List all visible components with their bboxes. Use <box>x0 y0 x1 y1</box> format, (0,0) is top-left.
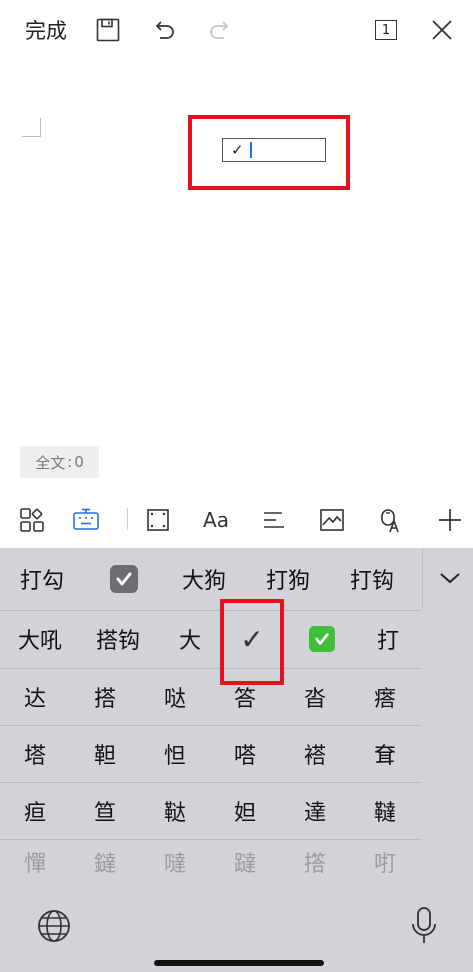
candidate-item[interactable]: 憚 <box>7 839 63 885</box>
text-caret <box>249 142 252 158</box>
collapse-candidates-button[interactable] <box>434 562 466 594</box>
candidate-row: 疸 笪 鞑 妲 達 韃 <box>0 782 422 840</box>
switch-language-button[interactable] <box>34 906 74 946</box>
candidate-item[interactable]: 疸 <box>7 782 63 839</box>
top-toolbar: 完成 1 <box>0 0 473 60</box>
undo-button[interactable] <box>148 12 180 48</box>
candidate-item[interactable]: 搭 <box>77 668 133 725</box>
dictation-button[interactable] <box>404 904 444 948</box>
keyboard-button[interactable] <box>68 502 104 538</box>
candidate-item[interactable]: 哒 <box>147 668 203 725</box>
keyboard-icon <box>73 508 99 530</box>
candidate-row: 塔 靼 怛 嗒 褡 耷 <box>0 725 422 783</box>
voice-translate-button[interactable] <box>372 502 408 538</box>
word-count-separator: : <box>67 453 73 471</box>
candidate-item[interactable]: 耷 <box>357 725 413 782</box>
candidate-item[interactable]: 躂 <box>217 839 273 885</box>
home-indicator[interactable] <box>154 960 324 966</box>
input-text: ✓ <box>231 141 244 159</box>
candidate-row: 大吼 搭钩 大 ✓ 打 <box>0 610 422 669</box>
candidate-item[interactable]: 打勾 <box>4 548 80 610</box>
checkbox-emoji-icon <box>110 565 138 593</box>
toolbar-separator <box>127 508 128 530</box>
font-style-icon: Aa <box>203 508 229 532</box>
format-toolbar: Aa <box>0 492 473 548</box>
add-button[interactable] <box>432 502 468 538</box>
candidate-item[interactable]: 鐽 <box>77 839 133 885</box>
text-input-box[interactable]: ✓ <box>222 138 326 162</box>
candidate-row: 打勾 大狗 打狗 打钩 <box>0 548 422 611</box>
word-count-label: 全文 <box>35 453 66 472</box>
align-button[interactable] <box>256 502 292 538</box>
candidate-item[interactable]: 打 <box>360 610 416 668</box>
candidate-highlight-frame <box>220 599 284 685</box>
add-icon <box>439 509 461 531</box>
candidate-item[interactable]: 噠 <box>147 839 203 885</box>
word-count-badge: 全文:0 <box>20 446 99 478</box>
apps-button[interactable] <box>14 502 50 538</box>
candidate-item[interactable] <box>294 610 350 668</box>
candidate-item[interactable]: 靼 <box>77 725 133 782</box>
candidate-item[interactable]: 打钩 <box>334 548 410 610</box>
candidate-row: 憚 鐽 噠 躂 撘 咑 <box>0 839 422 885</box>
align-icon <box>264 512 284 528</box>
candidate-item[interactable]: 大吼 <box>2 610 78 668</box>
candidate-item[interactable]: 搭钩 <box>80 610 156 668</box>
save-button[interactable] <box>92 12 124 48</box>
apps-icon <box>20 508 44 532</box>
candidate-item[interactable]: 沓 <box>287 668 343 725</box>
candidate-item[interactable]: 瘩 <box>357 668 413 725</box>
candidate-divider <box>422 548 423 608</box>
candidate-item[interactable]: 塔 <box>7 725 63 782</box>
candidate-panel: 打勾 大狗 打狗 打钩 大吼 搭钩 大 ✓ 打 达 搭 哒 答 沓 瘩 塔 靼 <box>0 548 422 885</box>
candidate-item[interactable]: 咑 <box>357 839 413 885</box>
word-count-value: 0 <box>74 453 84 471</box>
redo-button[interactable] <box>204 12 236 48</box>
candidate-item[interactable]: 怛 <box>147 725 203 782</box>
insert-image-button[interactable] <box>314 502 350 538</box>
page-corner-mark <box>22 118 41 137</box>
done-button[interactable]: 完成 <box>18 12 74 48</box>
image-icon <box>320 509 344 531</box>
green-check-emoji-icon <box>309 626 335 652</box>
candidate-item[interactable]: 笪 <box>77 782 133 839</box>
candidate-item[interactable]: 韃 <box>357 782 413 839</box>
candidate-item[interactable]: 大 <box>160 610 220 668</box>
candidate-item[interactable]: 達 <box>287 782 343 839</box>
candidate-item[interactable]: 嗒 <box>217 725 273 782</box>
redo-icon <box>210 21 229 39</box>
crop-button[interactable] <box>140 502 176 538</box>
save-icon <box>96 18 120 42</box>
candidate-item[interactable]: 撘 <box>287 839 343 885</box>
undo-icon <box>155 21 174 39</box>
crop-icon <box>147 509 169 531</box>
font-style-button[interactable]: Aa <box>198 502 234 538</box>
candidate-item[interactable] <box>96 548 152 610</box>
chevron-down-icon <box>440 573 460 584</box>
close-icon <box>432 20 452 40</box>
microphone-icon <box>412 907 436 943</box>
candidate-item[interactable]: 褡 <box>287 725 343 782</box>
close-button[interactable] <box>426 12 458 48</box>
candidate-row: 达 搭 哒 答 沓 瘩 <box>0 668 422 726</box>
page-count-button[interactable]: 1 <box>370 12 402 48</box>
globe-icon <box>38 910 70 942</box>
candidate-item[interactable]: 妲 <box>217 782 273 839</box>
voice-translate-icon <box>381 509 399 533</box>
page-count-icon: 1 <box>375 20 397 40</box>
candidate-item[interactable]: 达 <box>7 668 63 725</box>
candidate-item[interactable]: 鞑 <box>147 782 203 839</box>
